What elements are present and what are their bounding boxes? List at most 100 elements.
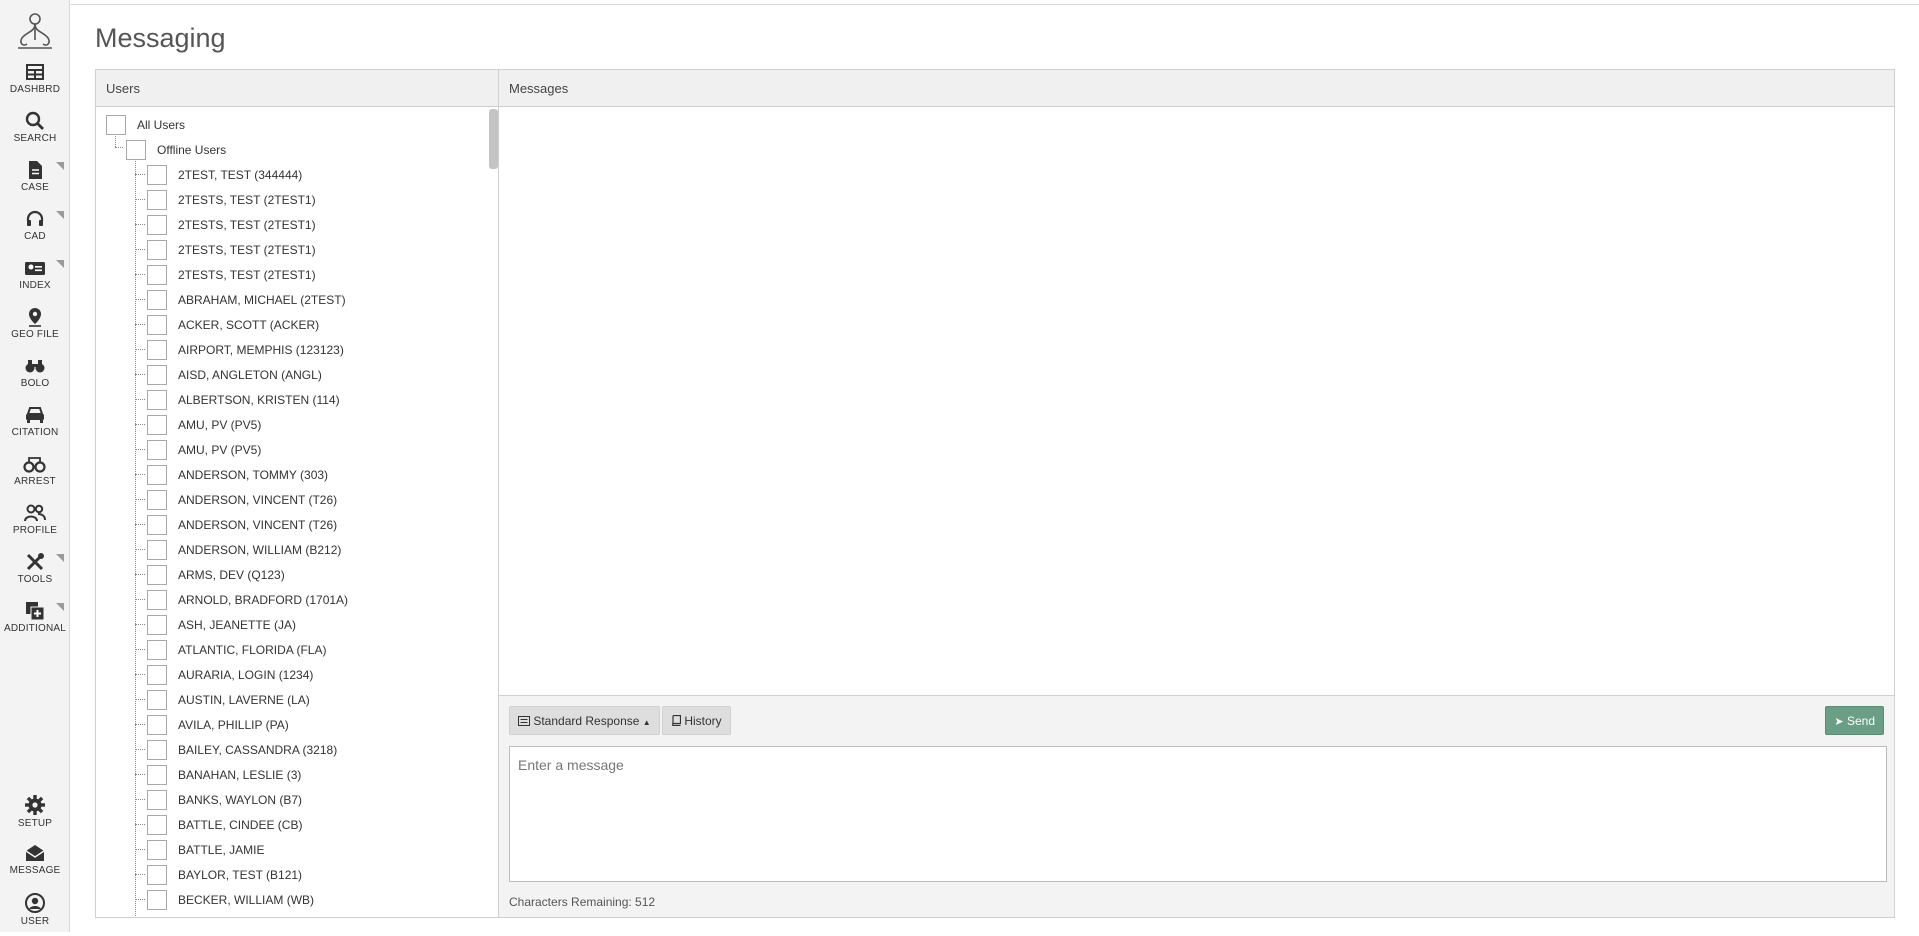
user-checkbox[interactable]	[147, 164, 167, 185]
user-checkbox[interactable]	[147, 389, 167, 410]
user-checkbox[interactable]	[147, 764, 167, 785]
user-tree-item[interactable]: 2TESTS, TEST (2TEST1)	[147, 262, 316, 287]
user-tree-item[interactable]: BECKER, WILLIAM (WB)	[147, 887, 314, 912]
user-checkbox[interactable]	[147, 414, 167, 435]
standard-response-button[interactable]: Standard Response ▲	[509, 706, 660, 735]
sidebar-item-setup[interactable]: SETUP	[0, 792, 70, 838]
user-checkbox[interactable]	[147, 664, 167, 685]
user-tree-item[interactable]: 2TESTS, TEST (2TEST1)	[147, 187, 316, 212]
sidebar-item-user[interactable]: USER	[0, 890, 70, 936]
paper-plane-icon: ➤	[1834, 716, 1844, 728]
users-panel-header: Users	[96, 70, 498, 107]
sidebar-item-dashboard[interactable]: DASHBRD	[0, 60, 70, 106]
tree-connector	[135, 874, 145, 875]
sidebar-item-message[interactable]: MESSAGE	[0, 841, 70, 887]
sidebar-item-label: MESSAGE	[9, 865, 61, 876]
submenu-indicator-icon	[56, 211, 64, 219]
user-tree-item[interactable]: AURARIA, LOGIN (1234)	[147, 662, 313, 687]
user-tree-item[interactable]: BAYLOR, TEST (B121)	[147, 862, 302, 887]
user-tree-item[interactable]: ACKER, SCOTT (ACKER)	[147, 312, 319, 337]
user-checkbox[interactable]	[147, 564, 167, 585]
sidebar-item-citation[interactable]: CITATION	[0, 403, 70, 449]
user-tree-item[interactable]: AISD, ANGLETON (ANGL)	[147, 362, 322, 387]
sidebar-item-cad[interactable]: CAD	[0, 207, 70, 253]
sidebar-item-tools[interactable]: TOOLS	[0, 550, 70, 596]
user-checkbox[interactable]	[147, 839, 167, 860]
user-checkbox[interactable]	[147, 439, 167, 460]
send-button[interactable]: ➤ Send	[1825, 706, 1884, 735]
tools-icon	[26, 553, 44, 571]
sidebar-item-search[interactable]: SEARCH	[0, 109, 70, 155]
user-checkbox[interactable]	[147, 314, 167, 335]
tree-node-all-users[interactable]: All Users	[106, 112, 185, 137]
user-checkbox[interactable]	[147, 714, 167, 735]
user-tree-item[interactable]: BAILEY, CASSANDRA (3218)	[147, 737, 337, 762]
user-checkbox[interactable]	[147, 339, 167, 360]
messages-panel-header: Messages	[499, 70, 1894, 107]
user-checkbox[interactable]	[147, 539, 167, 560]
user-tree-item[interactable]: BATTLE, CINDEE (CB)	[147, 812, 302, 837]
tree-node-offline-users[interactable]: Offline Users	[126, 137, 226, 162]
user-checkbox[interactable]	[147, 514, 167, 535]
user-checkbox[interactable]	[147, 614, 167, 635]
user-checkbox[interactable]	[147, 189, 167, 210]
message-history-area	[499, 108, 1894, 695]
user-checkbox[interactable]	[147, 814, 167, 835]
sidebar-item-case[interactable]: CASE	[0, 158, 70, 204]
user-tree-item[interactable]: ALBERTSON, KRISTEN (114)	[147, 387, 340, 412]
user-checkbox[interactable]	[147, 289, 167, 310]
user-tree-item[interactable]: ASH, JEANETTE (JA)	[147, 612, 296, 637]
user-checkbox[interactable]	[147, 864, 167, 885]
user-tree-item[interactable]: ABRAHAM, MICHAEL (2TEST)	[147, 287, 346, 312]
user-checkbox[interactable]	[147, 889, 167, 910]
users-tree[interactable]: All Users Offline Users 2TEST, TEST (344…	[96, 107, 498, 917]
user-tree-item[interactable]: AMU, PV (PV5)	[147, 412, 261, 437]
user-tree-item[interactable]: ANDERSON, TOMMY (303)	[147, 462, 328, 487]
user-name-label: AISD, ANGLETON (ANGL)	[178, 367, 322, 382]
user-checkbox[interactable]	[147, 264, 167, 285]
message-input[interactable]	[509, 746, 1887, 882]
user-checkbox[interactable]	[147, 639, 167, 660]
sidebar-item-index[interactable]: INDEX	[0, 256, 70, 302]
user-checkbox[interactable]	[147, 739, 167, 760]
user-checkbox[interactable]	[147, 589, 167, 610]
sidebar-item-arrest[interactable]: ARREST	[0, 452, 70, 498]
user-checkbox[interactable]	[147, 239, 167, 260]
user-tree-item[interactable]: BATTLE, JAMIE	[147, 837, 264, 862]
user-tree-item[interactable]: ARNOLD, BRADFORD (1701A)	[147, 587, 348, 612]
user-tree-item[interactable]: ATLANTIC, FLORIDA (FLA)	[147, 637, 326, 662]
sidebar-item-profile[interactable]: PROFILE	[0, 501, 70, 547]
user-tree-item[interactable]: AVILA, PHILLIP (PA)	[147, 712, 289, 737]
offline-users-checkbox[interactable]	[126, 139, 146, 160]
user-checkbox[interactable]	[147, 464, 167, 485]
user-tree-item[interactable]: ANDERSON, WILLIAM (B212)	[147, 537, 341, 562]
history-button[interactable]: History	[662, 706, 731, 735]
user-circle-icon	[25, 893, 45, 913]
user-tree-item[interactable]: AUSTIN, LAVERNE (LA)	[147, 687, 310, 712]
user-tree-item[interactable]: BANAHAN, LESLIE (3)	[147, 762, 301, 787]
user-tree-item[interactable]: ARMS, DEV (Q123)	[147, 562, 285, 587]
messages-panel: Messages Standard Response ▲ History ➤ S…	[499, 70, 1894, 917]
user-tree-item[interactable]: 2TEST, TEST (344444)	[147, 162, 302, 187]
user-checkbox[interactable]	[147, 789, 167, 810]
users-scrollbar[interactable]	[489, 109, 498, 169]
user-checkbox[interactable]	[147, 689, 167, 710]
user-tree-item[interactable]: ANDERSON, VINCENT (T26)	[147, 512, 337, 537]
user-checkbox[interactable]	[147, 214, 167, 235]
user-tree-item[interactable]: 2TESTS, TEST (2TEST1)	[147, 212, 316, 237]
tree-connector	[135, 199, 145, 200]
user-tree-item[interactable]: BANKS, WAYLON (B7)	[147, 787, 302, 812]
sidebar-item-bolo[interactable]: BOLO	[0, 354, 70, 400]
sidebar-item-additional[interactable]: ADDITIONAL	[0, 599, 70, 645]
all-users-checkbox[interactable]	[106, 114, 126, 135]
sidebar-item-geo-file[interactable]: GEO FILE	[0, 305, 70, 351]
user-name-label: AMU, PV (PV5)	[178, 417, 262, 432]
user-name-label: ASH, JEANETTE (JA)	[178, 617, 297, 632]
user-tree-item[interactable]: AIRPORT, MEMPHIS (123123)	[147, 337, 344, 362]
user-tree-item[interactable]: ANDERSON, VINCENT (T26)	[147, 487, 337, 512]
app-logo-icon[interactable]	[14, 10, 56, 52]
user-checkbox[interactable]	[147, 364, 167, 385]
user-tree-item[interactable]: 2TESTS, TEST (2TEST1)	[147, 237, 316, 262]
user-checkbox[interactable]	[147, 489, 167, 510]
user-tree-item[interactable]: AMU, PV (PV5)	[147, 437, 261, 462]
